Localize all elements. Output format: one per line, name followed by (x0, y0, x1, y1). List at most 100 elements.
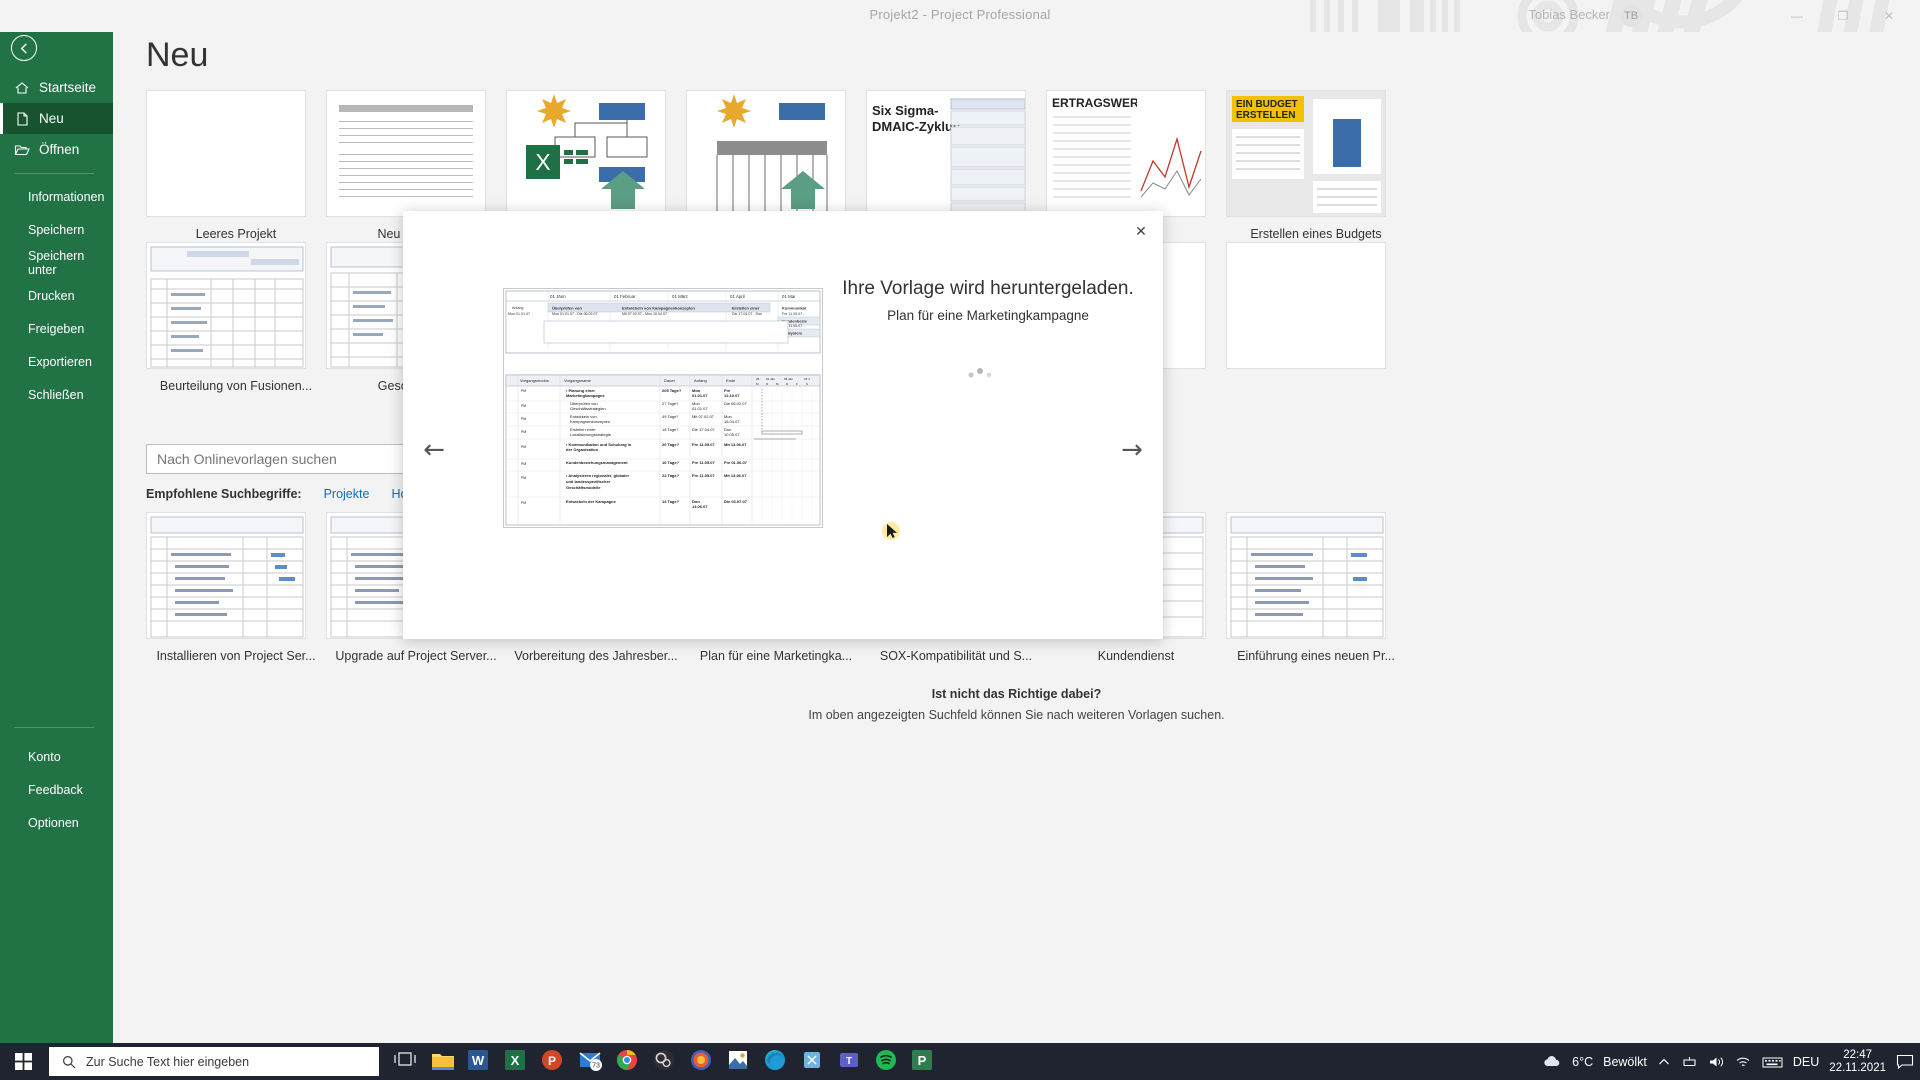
sidebar-item-speichern[interactable]: Speichern (0, 213, 113, 246)
chevron-up-icon[interactable] (1657, 1055, 1671, 1069)
clock-time: 22:47 (1843, 1048, 1873, 1061)
cloud-icon[interactable] (1542, 1055, 1562, 1069)
svg-text:16.04.07: 16.04.07 (724, 419, 740, 424)
svg-text:PM: PM (521, 404, 526, 408)
sidebar-item-konto[interactable]: Konto (0, 740, 113, 773)
keyboard-icon[interactable] (1762, 1055, 1783, 1069)
template-tile[interactable]: EIN BUDGET ERSTELLEN Erstellen eines Bud… (1226, 90, 1406, 241)
clock-date: 22.11.2021 (1829, 1061, 1886, 1074)
edge-icon[interactable] (763, 1048, 791, 1076)
gantt-thumbnail-art (1227, 513, 1385, 638)
sidebar-item-speichern-unter[interactable]: Speichern unter (0, 246, 113, 279)
sidebar-item-startseite[interactable]: Startseite (0, 72, 113, 103)
onedrive-icon[interactable] (1681, 1055, 1698, 1069)
close-icon[interactable]: ✕ (1128, 218, 1154, 244)
firefox-icon[interactable] (689, 1048, 717, 1076)
svg-text:Kampagnenkonzepten: Kampagnenkonzepten (570, 419, 610, 424)
svg-text:F: F (796, 382, 798, 386)
sidebar-item-drucken[interactable]: Drucken (0, 279, 113, 312)
powerpoint-icon[interactable]: P (541, 1048, 569, 1076)
svg-text:der Organisation: der Organisation (566, 447, 599, 452)
teams-icon[interactable]: T (837, 1048, 865, 1076)
snipping-tool-icon[interactable] (800, 1048, 828, 1076)
sidebar-item-label: Speichern (28, 222, 85, 237)
document-lines-art (327, 91, 485, 197)
suggestion-link-projekte[interactable]: Projekte (324, 487, 370, 501)
back-arrow-icon[interactable] (11, 35, 37, 61)
svg-text:PM: PM (521, 417, 526, 421)
wifi-icon[interactable] (1735, 1055, 1752, 1069)
sidebar-item-feedback[interactable]: Feedback (0, 773, 113, 806)
template-tile[interactable]: Beurteilung von Fusionen... (146, 242, 326, 393)
sidebar-item-freigeben[interactable]: Freigeben (0, 312, 113, 345)
svg-text:18 Tage?: 18 Tage? (662, 427, 679, 432)
arrow-left-icon[interactable]: ← (417, 433, 451, 467)
template-tile[interactable] (1226, 242, 1406, 393)
template-thumbnail (1226, 242, 1386, 369)
svg-text:Dauer: Dauer (664, 378, 676, 383)
svg-text:08 Jän: 08 Jän (784, 377, 793, 381)
svg-text:PM: PM (521, 445, 526, 449)
svg-text:Lokalisierungsstrategie: Lokalisierungsstrategie (570, 432, 612, 437)
svg-text:Mit 13.06.07: Mit 13.06.07 (724, 442, 747, 447)
svg-text:Kundenbeziehungsmanagement: Kundenbeziehungsmanagement (566, 460, 628, 465)
svg-text:X: X (511, 1053, 520, 1068)
word-icon[interactable]: W (467, 1048, 495, 1076)
sidebar-item-neu[interactable]: Neu (0, 103, 113, 134)
spotify-icon[interactable] (874, 1048, 902, 1076)
clock[interactable]: 22:47 22.11.2021 (1829, 1049, 1886, 1075)
taskbar-search-box[interactable]: Zur Suche Text hier eingeben (49, 1047, 379, 1076)
template-thumbnail (1226, 512, 1386, 639)
template-tile[interactable]: Installieren von Project Ser... (146, 512, 326, 663)
windows-start-icon[interactable] (0, 1043, 46, 1080)
svg-text:Die 17.04.07 - Don: Die 17.04.07 - Don (732, 312, 762, 316)
template-tile[interactable]: Einführung eines neuen Pr... (1226, 512, 1406, 663)
excel-import-art: X (526, 94, 648, 209)
svg-text:01 April: 01 April (730, 294, 745, 299)
svg-text:49 Tage?: 49 Tage? (662, 414, 679, 419)
speaker-icon[interactable] (1708, 1055, 1725, 1069)
back-arrow-glyph (20, 42, 27, 54)
template-tile[interactable]: Leeres Projekt (146, 90, 326, 241)
svg-text:Entwickeln der Kampagne: Entwickeln der Kampagne (566, 499, 617, 504)
sidebar-item-oeffnen[interactable]: Öffnen (0, 134, 113, 165)
temperature-label: 6°C (1572, 1054, 1594, 1069)
svg-text:Marketingkampagne: Marketingkampagne (566, 393, 605, 398)
svg-text:73: 73 (592, 1062, 600, 1069)
sidebar-item-optionen[interactable]: Optionen (0, 806, 113, 839)
language-indicator[interactable]: DEU (1793, 1055, 1819, 1069)
avatar[interactable]: TB (1620, 5, 1642, 27)
task-view-icon[interactable] (393, 1048, 421, 1076)
notification-icon[interactable] (1896, 1054, 1914, 1069)
footnote: Ist nicht das Richtige dabei? Im oben an… (113, 687, 1920, 722)
svg-text:Fre 11.05.07: Fre 11.05.07 (692, 460, 715, 465)
sidebar-item-label: Exportieren (28, 354, 92, 369)
sidebar-item-schliessen[interactable]: Schließen (0, 378, 113, 411)
sidebar-item-label: Schließen (28, 387, 84, 402)
arrow-right-icon[interactable]: → (1115, 433, 1149, 467)
template-label: Leeres Projekt (195, 227, 277, 241)
template-label: Plan für eine Marketingka... (699, 649, 853, 663)
minimize-button[interactable]: — (1774, 0, 1820, 32)
download-message: Ihre Vorlage wird heruntergeladen. Plan … (833, 277, 1143, 323)
template-thumbnail (146, 90, 306, 217)
file-explorer-icon[interactable] (430, 1048, 458, 1076)
restore-button[interactable]: ❐ (1820, 0, 1866, 32)
photos-icon[interactable] (726, 1048, 754, 1076)
svg-text:und landesspezifischer: und landesspezifischer (566, 479, 611, 484)
chrome-icon[interactable] (615, 1048, 643, 1076)
project-icon[interactable]: P (911, 1048, 939, 1076)
svg-text:Vorgangsname: Vorgangsname (564, 378, 592, 383)
excel-icon[interactable]: X (504, 1048, 532, 1076)
sidebar-item-informationen[interactable]: Informationen (0, 180, 113, 213)
template-label: Vorbereitung des Jahresber... (514, 649, 678, 663)
outlook-icon[interactable]: 73 (578, 1048, 606, 1076)
svg-text:P: P (918, 1053, 927, 1068)
svg-text:Mon 01.01.07 - Die 06.02.07: Mon 01.01.07 - Die 06.02.07 (552, 312, 598, 316)
svg-text:01 Februar: 01 Februar (614, 294, 636, 299)
svg-text:01 Jän: 01 Jän (766, 377, 775, 381)
sidebar-item-exportieren[interactable]: Exportieren (0, 345, 113, 378)
obs-icon[interactable] (652, 1048, 680, 1076)
close-window-button[interactable]: ✕ (1866, 0, 1912, 32)
account-name[interactable]: Tobias Becker (1528, 7, 1610, 22)
